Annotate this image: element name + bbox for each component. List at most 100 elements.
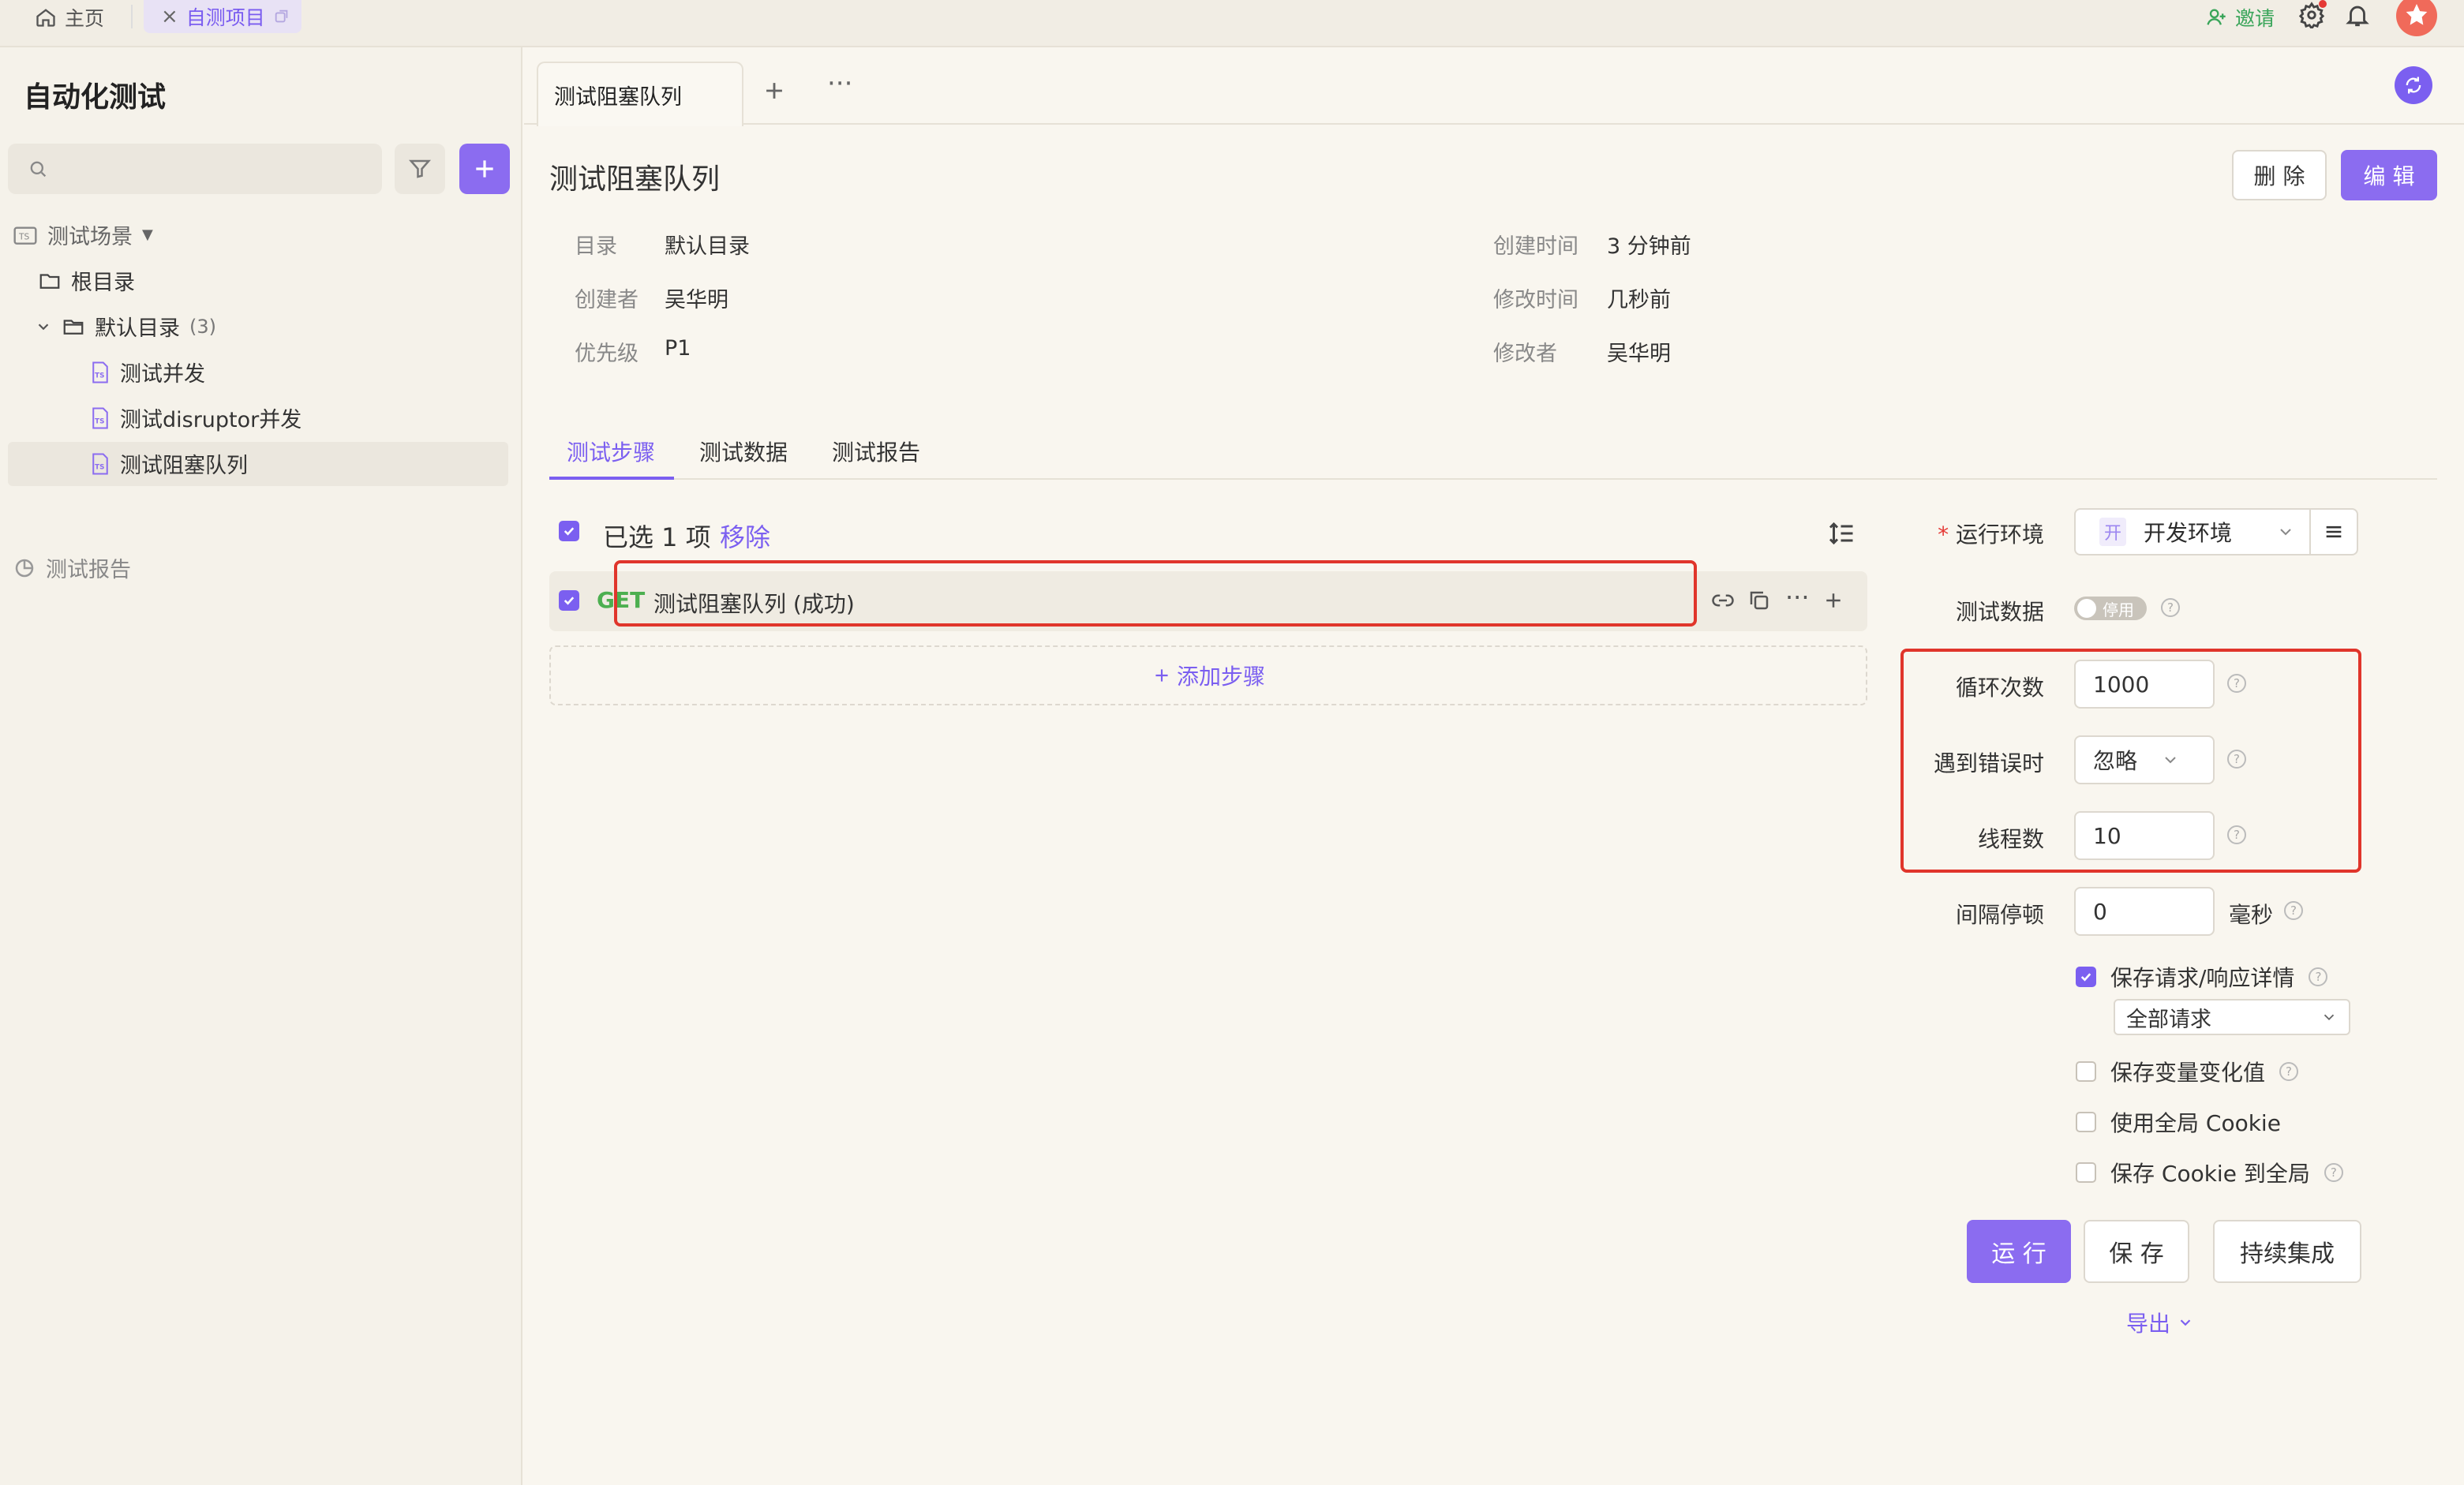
chevron-down-icon: [2320, 1008, 2338, 1026]
filter-button[interactable]: [395, 144, 445, 194]
select-all-checkbox[interactable]: [559, 521, 579, 541]
default-dir-label: 默认目录: [95, 316, 180, 341]
invite-label: 邀请: [2235, 7, 2275, 30]
add-step-label: 添加步骤: [1176, 664, 1265, 690]
export-label: 导出: [2126, 1311, 2171, 1337]
env-menu-button[interactable]: [2309, 508, 2358, 555]
meta-dir-label: 目录: [575, 234, 617, 259]
help-icon[interactable]: ?: [2279, 1062, 2299, 1081]
threads-input[interactable]: 10: [2074, 811, 2215, 860]
run-button[interactable]: 运 行: [1967, 1220, 2071, 1283]
tree-default-dir[interactable]: 默认目录 (3): [35, 311, 216, 342]
search-icon: [27, 158, 49, 180]
project-tab[interactable]: × 自测项目: [144, 0, 301, 33]
subtab-steps[interactable]: 测试步骤: [567, 436, 655, 467]
close-icon[interactable]: ×: [161, 5, 178, 28]
tab-divider: [131, 5, 133, 28]
help-icon[interactable]: ?: [2227, 825, 2246, 844]
avatar[interactable]: [2396, 0, 2437, 36]
help-icon[interactable]: ?: [2284, 901, 2303, 920]
more-tabs-button[interactable]: ···: [827, 68, 852, 99]
tree-item-label: 测试disruptor并发: [120, 408, 302, 432]
remove-link[interactable]: 移除: [720, 518, 770, 554]
on-error-label: 遇到错误时: [1933, 750, 2044, 776]
plus-icon: [1151, 665, 1172, 686]
save-detail-checkbox[interactable]: [2076, 967, 2096, 987]
subtab-data[interactable]: 测试数据: [699, 436, 788, 467]
help-icon[interactable]: ?: [2324, 1163, 2343, 1182]
plus-icon: [472, 156, 497, 181]
required-mark: *: [1938, 522, 1949, 548]
add-button[interactable]: [459, 144, 510, 194]
copy-icon[interactable]: [1747, 589, 1771, 612]
search-input[interactable]: [8, 144, 382, 194]
scenes-label: 测试场景: [47, 225, 133, 249]
global-cookie-option[interactable]: 使用全局 Cookie: [2076, 1106, 2281, 1138]
loop-count-input[interactable]: 1000: [2074, 660, 2215, 709]
top-bar: 主页 × 自测项目 邀请: [0, 0, 2464, 47]
notification-dot: [2319, 0, 2327, 8]
global-cookie-checkbox[interactable]: [2076, 1112, 2096, 1132]
tree-reports[interactable]: 测试报告: [13, 552, 131, 583]
help-icon[interactable]: ?: [2227, 750, 2246, 769]
add-step-button[interactable]: 添加步骤: [549, 645, 1867, 705]
interval-input[interactable]: 0: [2074, 887, 2215, 936]
delete-button[interactable]: 删 除: [2232, 150, 2327, 200]
edit-button[interactable]: 编 辑: [2341, 150, 2437, 200]
threads-value: 10: [2093, 822, 2121, 849]
save-cookie-option[interactable]: 保存 Cookie 到全局 ?: [2076, 1157, 2343, 1188]
meta-creator-label: 创建者: [575, 288, 638, 312]
open-external-icon[interactable]: [273, 8, 290, 25]
save-detail-scope-value: 全部请求: [2126, 1007, 2211, 1032]
env-label-text: 运行环境: [1955, 522, 2044, 548]
subtabs-divider: [549, 478, 2437, 480]
folder-open-icon: [62, 315, 85, 339]
new-tab-button[interactable]: [761, 77, 788, 104]
ci-button[interactable]: 持续集成: [2213, 1220, 2361, 1283]
save-button[interactable]: 保 存: [2084, 1220, 2189, 1283]
sync-button[interactable]: [2395, 66, 2432, 104]
env-select[interactable]: 开 开发环境: [2074, 508, 2311, 555]
selected-count: 已选 1 项: [603, 522, 711, 552]
invite-button[interactable]: 邀请: [2205, 3, 2275, 32]
more-icon[interactable]: ···: [1785, 582, 1810, 612]
tab-active[interactable]: 测试阻塞队列: [537, 62, 743, 126]
reports-label: 测试报告: [46, 558, 131, 582]
save-vars-checkbox[interactable]: [2076, 1061, 2096, 1082]
tree-item[interactable]: TS 测试disruptor并发: [90, 402, 301, 433]
tree-scenes[interactable]: TS 测试场景 ▼: [13, 219, 153, 250]
save-detail-label: 保存请求/响应详情: [2110, 965, 2295, 991]
save-cookie-label: 保存 Cookie 到全局: [2110, 1161, 2310, 1187]
bell-icon[interactable]: [2344, 2, 2371, 28]
subtab-reports[interactable]: 测试报告: [832, 436, 920, 467]
step-checkbox[interactable]: [559, 590, 579, 611]
global-cookie-label: 使用全局 Cookie: [2110, 1110, 2281, 1136]
help-icon[interactable]: ?: [2309, 967, 2328, 986]
tree-item[interactable]: TS 测试阻塞队列: [90, 448, 248, 479]
tree-root[interactable]: 根目录: [38, 265, 135, 296]
meta-modifier-value: 吴华明: [1607, 342, 1671, 366]
save-vars-label: 保存变量变化值: [2110, 1060, 2266, 1086]
link-icon[interactable]: [1711, 589, 1735, 612]
loop-label: 循环次数: [1955, 675, 2044, 701]
add-step-inline-icon[interactable]: [1822, 589, 1845, 612]
help-icon[interactable]: ?: [2227, 674, 2246, 693]
svg-text:TS: TS: [18, 231, 30, 241]
settings-icon[interactable]: [2298, 0, 2327, 28]
export-dropdown[interactable]: 导出: [2126, 1307, 2194, 1338]
test-data-toggle[interactable]: 停用: [2074, 597, 2147, 620]
on-error-select[interactable]: 忽略: [2074, 735, 2215, 784]
home-icon: [35, 6, 57, 28]
save-detail-option[interactable]: 保存请求/响应详情 ?: [2076, 961, 2328, 993]
help-icon[interactable]: ?: [2161, 598, 2180, 617]
sort-icon[interactable]: [1828, 519, 1856, 548]
save-vars-option[interactable]: 保存变量变化值 ?: [2076, 1056, 2299, 1087]
save-detail-scope-select[interactable]: 全部请求: [2114, 999, 2350, 1035]
chevron-down-icon: [2177, 1314, 2194, 1331]
loop-count-value: 1000: [2093, 671, 2150, 698]
home-tab[interactable]: 主页: [35, 3, 104, 32]
tree-item[interactable]: TS 测试并发: [90, 357, 205, 387]
env-value: 开发环境: [2144, 520, 2233, 546]
filter-icon: [408, 157, 432, 181]
save-cookie-checkbox[interactable]: [2076, 1162, 2096, 1183]
